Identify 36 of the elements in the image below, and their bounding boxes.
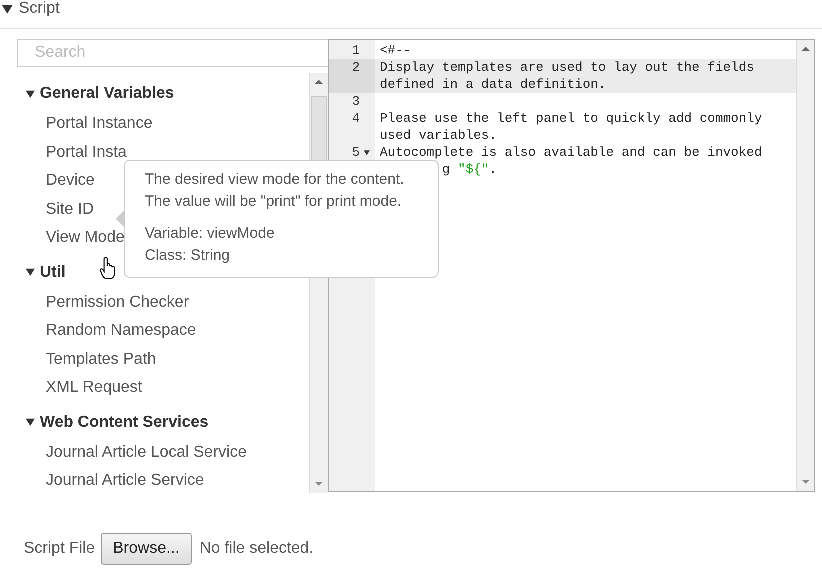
browse-button[interactable]: Browse...	[101, 533, 192, 565]
line-number: 2	[352, 59, 360, 76]
scrollbar[interactable]	[796, 40, 814, 491]
expand-icon[interactable]	[26, 268, 35, 277]
code-line: Display templates are used to lay out the fields	[380, 60, 754, 75]
collapse-icon[interactable]	[2, 4, 13, 14]
section-title: Script	[19, 0, 60, 18]
code-line: g "${".	[442, 162, 498, 177]
code-line: Please use the left panel to quickly add commonly	[380, 111, 762, 126]
variable-item[interactable]: Templates Path	[17, 348, 309, 377]
tooltip-details: Variable: viewMode Class: String	[145, 224, 276, 266]
line-number: 1	[352, 42, 360, 59]
code-line: <#--	[380, 43, 412, 58]
code-line: Autocomplete is also available and can be invoked	[380, 145, 762, 160]
variable-item[interactable]: XML Request	[17, 377, 309, 406]
field-label: Script File	[24, 540, 96, 558]
expand-icon[interactable]	[26, 90, 35, 98]
search-field[interactable]: Search	[17, 39, 329, 67]
code-line: used variables.	[380, 128, 498, 143]
hand-cursor-icon	[100, 257, 117, 280]
line-number: 3	[352, 93, 360, 110]
variable-item[interactable]: Portal Instance	[17, 113, 309, 142]
group-heading[interactable]: Web Content Services	[40, 414, 209, 432]
variable-item[interactable]: Permission Checker	[17, 292, 309, 320]
variable-item[interactable]: Journal Article Service	[17, 470, 309, 493]
group-heading[interactable]: General Variables	[40, 85, 174, 103]
file-status: No file selected.	[200, 540, 314, 558]
group-heading[interactable]: Util	[40, 264, 66, 282]
variable-item[interactable]: Journal Article Local Service	[17, 442, 309, 470]
fold-icon[interactable]	[364, 150, 370, 156]
code-line: defined in a data definition.	[380, 77, 606, 92]
line-number: 5	[352, 144, 360, 161]
line-number: 4	[352, 110, 360, 127]
expand-icon[interactable]	[26, 418, 35, 427]
tooltip-description: The desired view mode for the content. The value will be "print" for print mode.	[145, 170, 406, 212]
variable-item[interactable]: Random Namespace	[17, 320, 309, 348]
